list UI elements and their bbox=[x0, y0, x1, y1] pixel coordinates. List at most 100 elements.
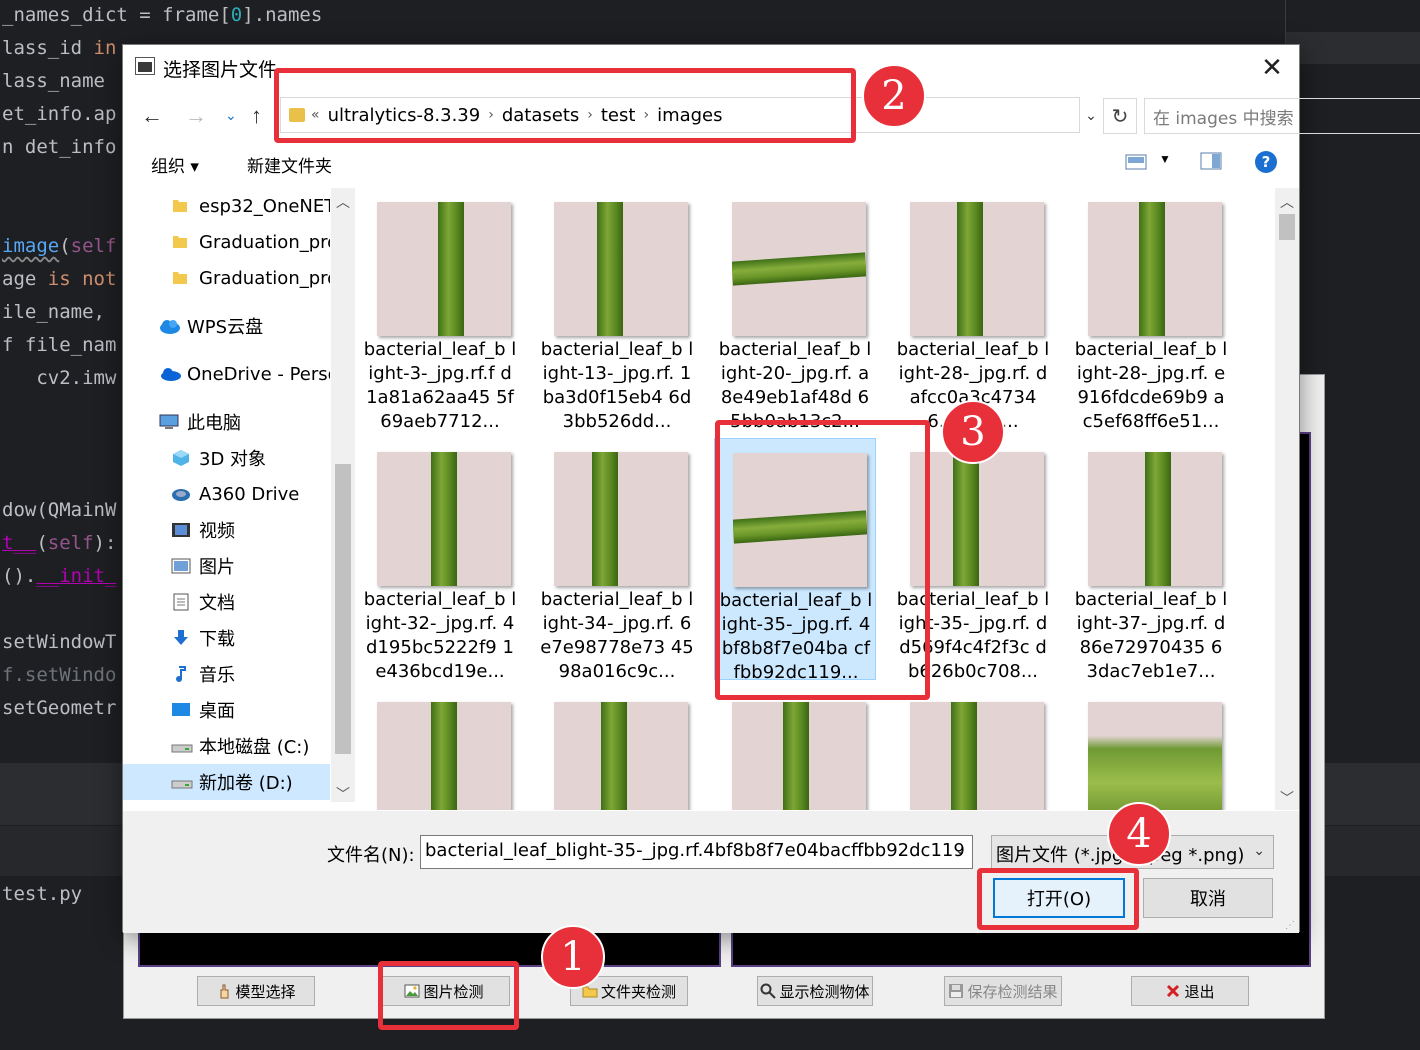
code-line: age is not bbox=[2, 268, 116, 290]
up-arrow-icon[interactable]: ↑ bbox=[251, 103, 262, 129]
refresh-icon[interactable]: ↻ bbox=[1103, 98, 1137, 134]
leaf-shape bbox=[597, 202, 624, 336]
nav-item[interactable]: 此电脑 bbox=[123, 404, 330, 440]
nav-item-label: 图片 bbox=[199, 557, 235, 578]
file-tile[interactable] bbox=[359, 688, 521, 810]
image-thumbnail bbox=[732, 702, 866, 810]
leaf-shape bbox=[783, 702, 810, 810]
nav-item[interactable]: 3D 对象 bbox=[123, 440, 330, 476]
view-dropdown-icon[interactable]: ▼ bbox=[1159, 152, 1171, 166]
preview-pane-icon[interactable] bbox=[1200, 152, 1222, 175]
file-tile[interactable] bbox=[1070, 688, 1232, 810]
file-tile[interactable] bbox=[714, 688, 876, 810]
file-tile[interactable]: bacterial_leaf_b light-34-_jpg.rf. 6e7e9… bbox=[536, 438, 698, 682]
search-input[interactable]: 在 images 中搜索 ⚲ bbox=[1144, 98, 1420, 134]
exit-button[interactable]: 退出 bbox=[1131, 976, 1249, 1006]
nav-item[interactable]: 文档 bbox=[123, 584, 330, 620]
file-grid-scrollbar[interactable]: ︿ ﹀ bbox=[1275, 188, 1299, 810]
scroll-up-icon[interactable]: ︿ bbox=[331, 192, 355, 212]
file-tile[interactable]: bacterial_leaf_b light-3-_jpg.rf.f d1a81… bbox=[359, 188, 521, 432]
new-folder-button[interactable]: 新建文件夹 bbox=[247, 152, 332, 177]
address-dropdown-icon[interactable]: ⌄ bbox=[1076, 98, 1106, 134]
save-results-button[interactable]: 保存检测结果 bbox=[944, 976, 1062, 1006]
code-line: image(self bbox=[2, 235, 116, 257]
organize-menu[interactable]: 组织 ▾ bbox=[151, 152, 199, 177]
file-tile[interactable]: bacterial_leaf_b light-28-_jpg.rf. e916f… bbox=[1070, 188, 1232, 432]
cancel-button[interactable]: 取消 bbox=[1143, 878, 1273, 918]
picture-icon bbox=[171, 557, 191, 575]
cloud-icon bbox=[159, 317, 180, 335]
nav-item-label: 3D 对象 bbox=[199, 449, 267, 470]
scroll-down-icon[interactable]: ﹀ bbox=[331, 784, 355, 804]
document-icon bbox=[171, 593, 191, 611]
file-tile[interactable]: bacterial_leaf_b light-20-_jpg.rf. a8e49… bbox=[714, 188, 876, 432]
image-thumbnail bbox=[377, 452, 511, 586]
code-token: cv2.imw bbox=[2, 367, 117, 389]
change-view-icon[interactable] bbox=[1125, 154, 1147, 175]
nav-item[interactable]: 新加卷 (D:) bbox=[123, 764, 330, 800]
code-line: t__(self): bbox=[2, 532, 116, 554]
leaf-shape bbox=[1139, 202, 1166, 336]
help-icon[interactable]: ? bbox=[1254, 150, 1278, 179]
resize-grip-icon[interactable]: ⋰ bbox=[1285, 920, 1295, 931]
code-token: lass_name bbox=[2, 70, 105, 92]
code-token: dow(QMainW bbox=[2, 499, 117, 521]
show-objects-button[interactable]: 显示检测物体 bbox=[757, 976, 873, 1006]
code-token: ( bbox=[36, 532, 48, 554]
code-line: f file_nam bbox=[2, 334, 116, 356]
nav-item[interactable]: 本地磁盘 (C:) bbox=[123, 728, 330, 764]
code-token: (). bbox=[2, 565, 37, 587]
button-label: 模型选择 bbox=[235, 982, 296, 1001]
back-arrow-icon[interactable]: ← bbox=[141, 103, 163, 129]
nav-item[interactable]: Graduation_pro bbox=[123, 224, 330, 260]
file-tile[interactable]: bacterial_leaf_b light-28-_jpg.rf. dafcc… bbox=[892, 188, 1054, 432]
forward-arrow-icon[interactable]: → bbox=[185, 103, 207, 129]
nav-item-label: 桌面 bbox=[199, 701, 235, 722]
nav-item[interactable]: esp32_OneNET bbox=[123, 188, 330, 224]
nav-item[interactable]: 桌面 bbox=[123, 692, 330, 728]
scrollbar-thumb[interactable] bbox=[335, 464, 351, 754]
file-tile[interactable] bbox=[536, 688, 698, 810]
leaf-shape bbox=[957, 202, 984, 336]
code-line: ().__init_ bbox=[2, 565, 116, 587]
code-token: is not bbox=[47, 268, 117, 290]
code-token: ): bbox=[93, 532, 117, 554]
filename-input[interactable]: bacterial_leaf_blight-35-_jpg.rf.4bf8b8f… bbox=[420, 835, 973, 869]
model-select-button[interactable]: 模型选择 bbox=[197, 976, 315, 1006]
nav-item[interactable]: A360 Drive bbox=[123, 476, 330, 512]
nav-item[interactable]: OneDrive - Perso bbox=[123, 356, 330, 392]
nav-item-label: 文档 bbox=[199, 593, 235, 614]
navigation-scrollbar[interactable]: ︿ ﹀ bbox=[331, 188, 355, 802]
nav-item[interactable]: 视频 bbox=[123, 512, 330, 548]
chevron-down-icon[interactable]: ⌄ bbox=[954, 842, 966, 858]
code-token: image bbox=[2, 235, 60, 257]
nav-item-label: 视频 bbox=[199, 521, 235, 542]
file-tile[interactable] bbox=[892, 688, 1054, 810]
nav-item[interactable]: WPS云盘 bbox=[123, 308, 330, 344]
annotation-badge-2: 2 bbox=[862, 64, 926, 128]
file-tile[interactable]: bacterial_leaf_b light-13-_jpg.rf. 1ba3d… bbox=[536, 188, 698, 432]
nav-item-label: 下载 bbox=[199, 629, 235, 650]
code-line: n det_info bbox=[2, 136, 116, 158]
nav-item[interactable]: 图片 bbox=[123, 548, 330, 584]
scroll-down-icon[interactable]: ﹀ bbox=[1275, 788, 1299, 808]
svg-text:?: ? bbox=[1262, 153, 1271, 171]
file-tile[interactable]: bacterial_leaf_b light-37-_jpg.rf. d86e7… bbox=[1070, 438, 1232, 682]
hand-icon bbox=[216, 983, 232, 999]
button-label: 退出 bbox=[1184, 982, 1215, 1001]
file-name: bacterial_leaf_b light-13-_jpg.rf. 1ba3d… bbox=[540, 339, 694, 432]
scrollbar-thumb[interactable] bbox=[1279, 214, 1295, 240]
file-tile[interactable]: bacterial_leaf_b light-32-_jpg.rf. 4d195… bbox=[359, 438, 521, 682]
image-thumbnail bbox=[910, 202, 1044, 336]
recent-locations-chevron-icon[interactable]: ⌄ bbox=[225, 107, 237, 124]
annotation-box-4 bbox=[977, 868, 1139, 930]
chevron-down-icon[interactable]: ⌄ bbox=[1253, 843, 1265, 859]
close-icon[interactable]: ✕ bbox=[1257, 53, 1287, 81]
image-thumbnail bbox=[910, 702, 1044, 810]
scroll-up-icon[interactable]: ︿ bbox=[1275, 192, 1299, 212]
image-thumbnail bbox=[554, 202, 688, 336]
nav-item[interactable]: Graduation_pro bbox=[123, 260, 330, 296]
desktop-icon bbox=[171, 701, 191, 719]
nav-item[interactable]: 音乐 bbox=[123, 656, 330, 692]
nav-item[interactable]: 下载 bbox=[123, 620, 330, 656]
